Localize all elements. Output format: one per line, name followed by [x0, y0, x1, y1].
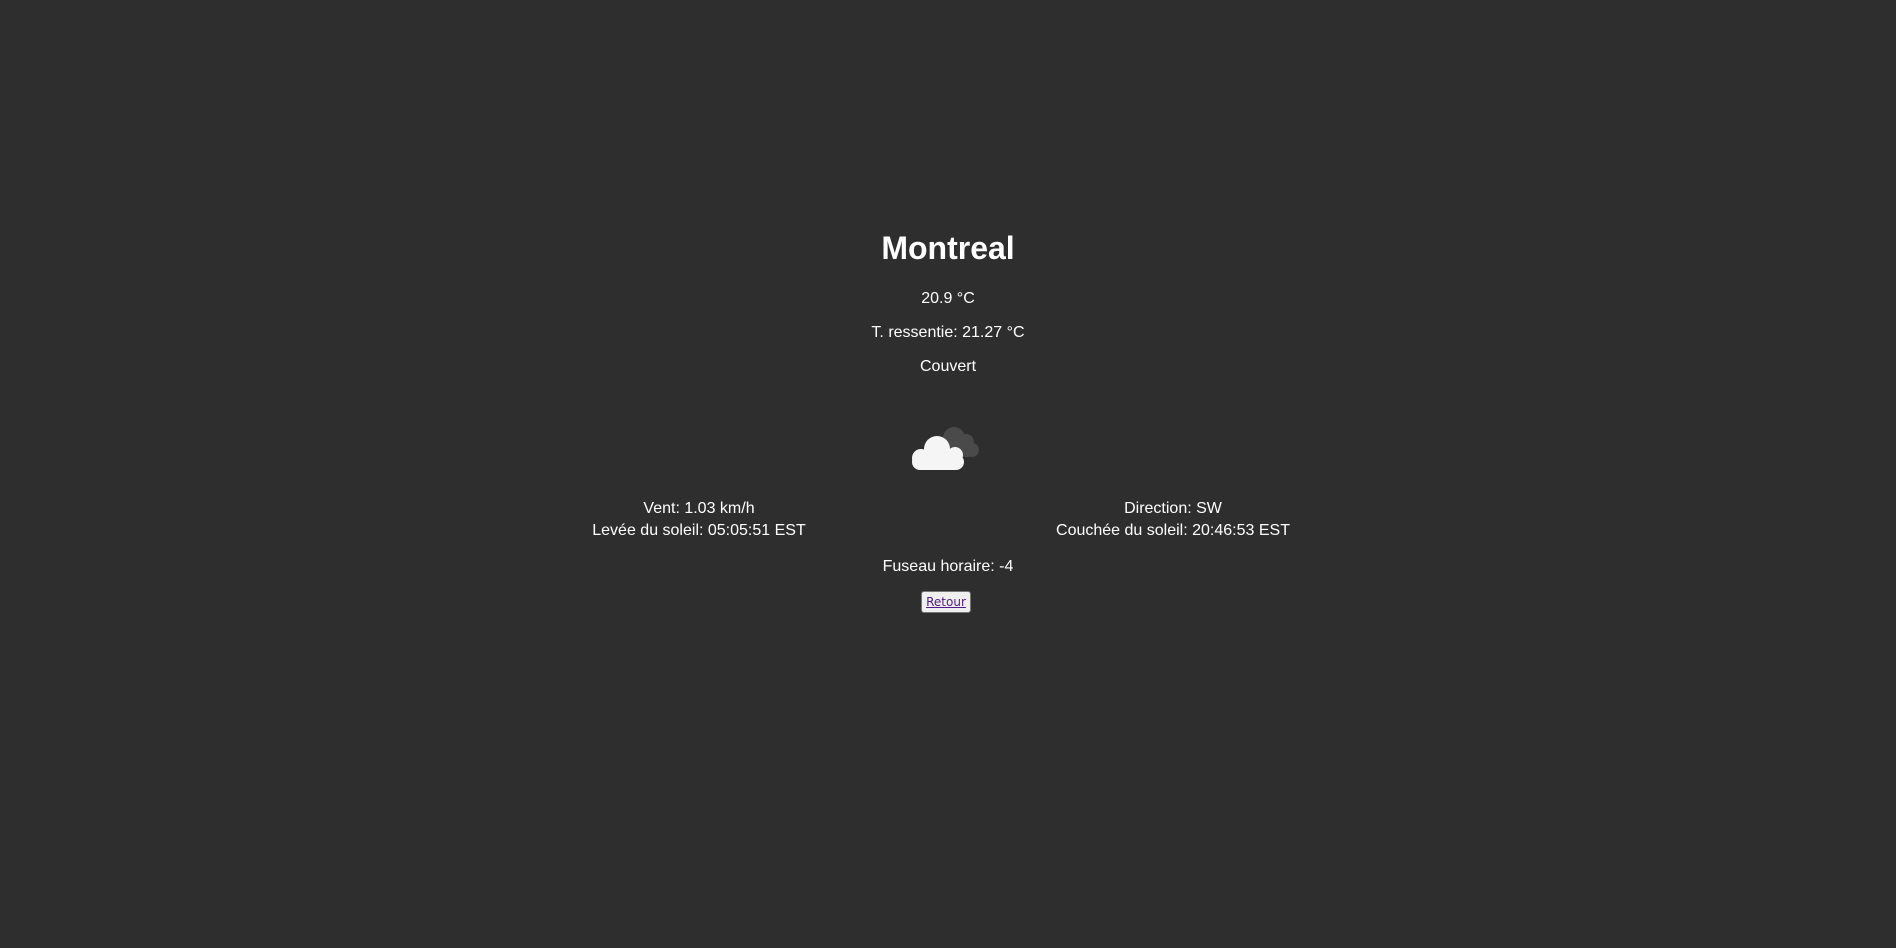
back-button[interactable]: Retour [921, 591, 971, 613]
details-right-column: Direction: SW Couchée du soleil: 20:46:5… [893, 498, 1453, 542]
feels-like-temperature: T. ressentie: 21.27 °C [871, 324, 1025, 341]
timezone-offset: Fuseau horaire: -4 [882, 558, 1014, 575]
overcast-clouds-icon [908, 418, 984, 470]
weather-details: Vent: 1.03 km/h Levée du soleil: 05:05:5… [0, 498, 1896, 542]
weather-description: Couvert [919, 358, 977, 375]
weather-page: Montreal 20.9 °C T. ressentie: 21.27 °C … [0, 0, 1896, 948]
sunset-time: Couchée du soleil: 20:46:53 EST [1056, 522, 1290, 539]
city-name: Montreal [881, 230, 1015, 266]
wind-direction: Direction: SW [1124, 500, 1222, 517]
temperature: 20.9 °C [921, 290, 975, 307]
